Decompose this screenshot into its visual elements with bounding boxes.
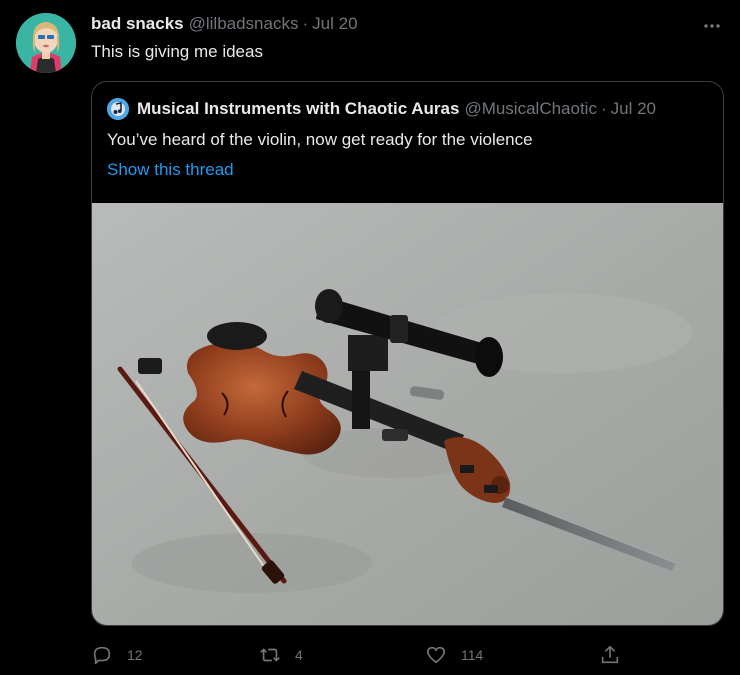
tweet-date[interactable]: Jul 20	[312, 14, 357, 34]
quoted-date[interactable]: Jul 20	[611, 99, 656, 119]
quoted-tweet[interactable]: Musical Instruments with Chaotic Auras @…	[91, 81, 724, 626]
quoted-avatar[interactable]	[107, 98, 129, 120]
reply-icon	[93, 646, 111, 665]
user-handle[interactable]: @lilbadsnacks	[189, 14, 299, 34]
user-avatar-icon	[16, 13, 76, 73]
quoted-handle[interactable]: @MusicalChaotic	[464, 99, 597, 119]
more-dots-icon	[704, 24, 720, 28]
retweet-button[interactable]: 4	[259, 640, 303, 670]
quoted-tweet-text: You’ve heard of the violin, now get read…	[107, 130, 533, 149]
avatar[interactable]	[16, 13, 76, 73]
musical-note-avatar-icon	[107, 98, 129, 120]
violin-with-rifle-scope-and-bayonet-photo	[92, 203, 723, 625]
like-button[interactable]: 114	[425, 640, 483, 670]
tweet[interactable]: bad snacks @lilbadsnacks · Jul 20 This i…	[0, 0, 740, 675]
quoted-separator-dot: ·	[600, 99, 607, 118]
quoted-media-image[interactable]	[92, 203, 723, 625]
reply-count: 12	[127, 647, 143, 663]
retweet-icon	[260, 648, 280, 662]
share-button[interactable]	[599, 640, 621, 670]
tweet-header: bad snacks @lilbadsnacks · Jul 20	[91, 14, 358, 36]
heart-icon	[426, 646, 446, 664]
like-count: 114	[461, 647, 484, 663]
separator-dot: ·	[302, 14, 309, 33]
reply-button[interactable]: 12	[91, 640, 143, 670]
retweet-count: 4	[295, 647, 303, 663]
quoted-tweet-header: Musical Instruments with Chaotic Auras @…	[107, 98, 656, 120]
show-thread-link[interactable]: Show this thread	[107, 160, 234, 180]
quoted-display-name[interactable]: Musical Instruments with Chaotic Auras	[137, 99, 459, 119]
tweet-actions: 12 4 114	[91, 640, 631, 670]
tweet-text: This is giving me ideas	[91, 42, 263, 61]
display-name[interactable]: bad snacks	[91, 14, 184, 34]
more-options-button[interactable]	[698, 12, 726, 40]
share-icon	[601, 645, 619, 664]
